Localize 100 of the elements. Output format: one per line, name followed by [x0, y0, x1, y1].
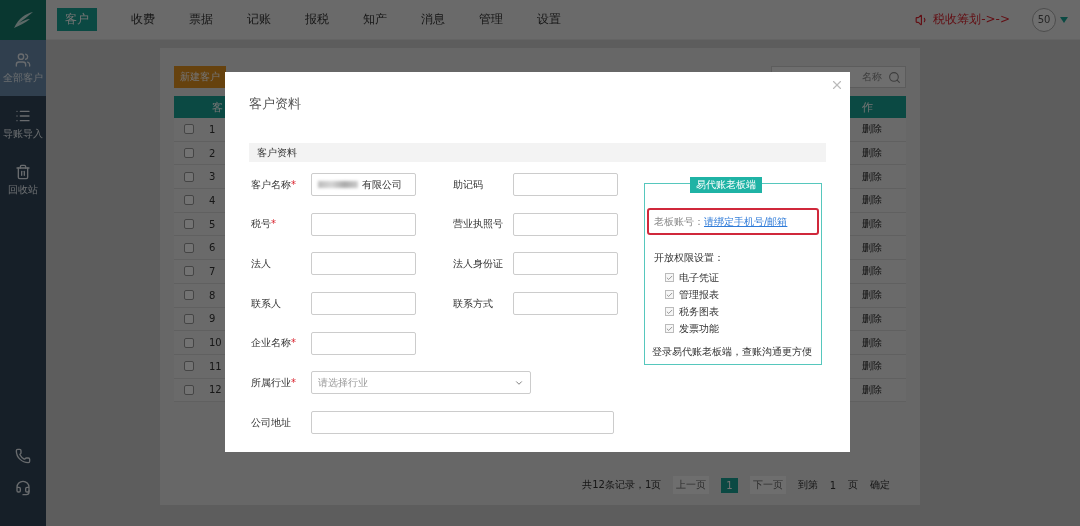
delete-link[interactable]: 删除: [862, 170, 882, 182]
column-header: 作: [862, 100, 873, 114]
delete-link[interactable]: 删除: [862, 123, 882, 135]
field-label: 公司地址: [250, 415, 292, 430]
page-number[interactable]: 1: [721, 477, 738, 493]
row-number: 11: [208, 360, 222, 372]
new-customer-button[interactable]: 新建客户: [174, 66, 226, 88]
row-number: 12: [208, 384, 222, 396]
nav-tab[interactable]: 消息: [421, 8, 445, 31]
permission-checkbox[interactable]: [665, 324, 674, 333]
nav-tab[interactable]: 记账: [247, 8, 271, 31]
field-label: 法人: [250, 256, 272, 271]
row-checkbox[interactable]: [184, 337, 194, 348]
row-number: 8: [208, 289, 216, 301]
search-icon: [888, 70, 901, 84]
text-field[interactable]: [311, 252, 416, 276]
row-number: 9: [208, 313, 216, 325]
bind-account-link[interactable]: 请绑定手机号/邮箱: [704, 214, 788, 229]
delete-link[interactable]: 删除: [862, 265, 882, 277]
delete-link[interactable]: 删除: [862, 383, 882, 395]
field-label: 营业执照号: [452, 217, 504, 232]
panel-footer-text: 登录易代账老板端，查账沟通更方便: [651, 345, 812, 359]
row-checkbox[interactable]: [184, 171, 194, 182]
sidebar-item[interactable]: 导账导入: [0, 96, 46, 152]
column-header: 客: [211, 99, 223, 115]
permission-checkbox[interactable]: [665, 290, 674, 299]
row-checkbox[interactable]: [184, 361, 194, 372]
phone-icon[interactable]: [15, 448, 31, 464]
text-field[interactable]: [513, 173, 618, 196]
field-label: 法人身份证: [452, 256, 504, 271]
permission-label: 管理报表: [679, 287, 719, 302]
user-avatar[interactable]: 50: [1032, 7, 1056, 32]
delete-link[interactable]: 删除: [862, 241, 882, 253]
delete-link[interactable]: 删除: [862, 312, 882, 324]
record-summary: 共12条记录，1页: [582, 478, 662, 492]
row-checkbox[interactable]: [184, 242, 194, 253]
field-label: 所属行业*: [250, 375, 297, 390]
permission-label: 税务图表: [679, 304, 719, 319]
text-field[interactable]: [311, 331, 416, 355]
close-icon[interactable]: [830, 78, 844, 92]
row-checkbox[interactable]: [184, 384, 194, 395]
panel-badge: 易代账老板端: [690, 177, 762, 193]
headset-icon[interactable]: [15, 480, 31, 496]
nav-tab[interactable]: 票据: [189, 8, 213, 31]
row-number: 2: [208, 147, 216, 159]
field-label: 助记码: [452, 177, 484, 192]
text-field[interactable]: [513, 252, 618, 276]
nav-tab[interactable]: 知产: [363, 8, 387, 31]
row-number: 5: [208, 218, 216, 230]
row-number: 4: [208, 194, 216, 206]
page-input[interactable]: 1: [829, 479, 836, 491]
permission-checkbox[interactable]: [665, 307, 674, 316]
field-label: 企业名称*: [250, 336, 297, 351]
delete-link[interactable]: 删除: [862, 360, 882, 372]
nav-tab[interactable]: 报税: [305, 8, 329, 31]
text-field[interactable]: [513, 292, 618, 316]
row-checkbox[interactable]: [184, 290, 194, 301]
field-label: 客户名称*: [250, 177, 297, 192]
text-field[interactable]: 有限公司: [311, 173, 416, 196]
field-label: 联系方式: [452, 296, 494, 311]
confirm-button[interactable]: 确定: [870, 478, 890, 492]
industry-select[interactable]: 请选择行业: [311, 371, 531, 395]
permission-label: 发票功能: [679, 321, 719, 336]
text-field[interactable]: [311, 292, 416, 316]
row-checkbox[interactable]: [184, 195, 194, 206]
delete-link[interactable]: 删除: [862, 336, 882, 348]
caret-icon[interactable]: [1060, 16, 1068, 23]
row-checkbox[interactable]: [184, 124, 194, 135]
text-field[interactable]: [311, 411, 614, 435]
row-checkbox[interactable]: [184, 313, 194, 324]
text-field[interactable]: [311, 212, 416, 236]
dialog-title: 客户资料: [249, 96, 301, 111]
users-icon: [15, 51, 31, 68]
field-label: 联系人: [250, 296, 282, 311]
row-checkbox[interactable]: [184, 148, 194, 159]
row-number: 7: [208, 265, 216, 277]
permission-checkbox[interactable]: [665, 273, 674, 282]
redaction-blur: [318, 181, 358, 188]
promo-link[interactable]: 税收筹划->->: [933, 11, 1010, 28]
row-number: 10: [208, 337, 222, 349]
nav-tab[interactable]: 管理: [479, 8, 503, 31]
delete-link[interactable]: 删除: [862, 218, 882, 230]
row-number: 1: [208, 123, 216, 135]
nav-tab[interactable]: 客户: [57, 8, 97, 31]
row-number: 6: [208, 242, 216, 254]
section-header: 客户资料: [249, 143, 826, 162]
delete-link[interactable]: 删除: [862, 147, 882, 159]
delete-link[interactable]: 删除: [862, 289, 882, 301]
field-label: 税号*: [250, 217, 277, 232]
row-checkbox[interactable]: [184, 219, 194, 230]
permission-label: 电子凭证: [679, 270, 719, 285]
nav-tab[interactable]: 收费: [131, 8, 155, 31]
delete-link[interactable]: 删除: [862, 194, 882, 206]
goto-label: 到第: [797, 478, 818, 492]
text-field[interactable]: [513, 212, 618, 236]
nav-tab[interactable]: 设置: [537, 8, 561, 31]
sidebar-item[interactable]: 回收站: [0, 152, 46, 208]
row-number: 3: [208, 171, 216, 183]
row-checkbox[interactable]: [184, 266, 194, 277]
page-unit: 页: [848, 478, 858, 492]
